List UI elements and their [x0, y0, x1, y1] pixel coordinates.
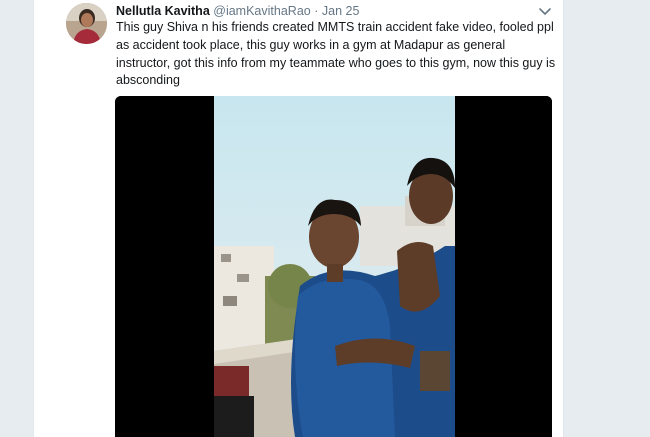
- tweet-video[interactable]: [115, 96, 552, 437]
- display-name[interactable]: Nellutla Kavitha: [116, 4, 210, 18]
- avatar[interactable]: [66, 3, 107, 44]
- tweet-text: This guy Shiva n his friends created MMT…: [116, 20, 556, 88]
- separator-dot: ·: [314, 4, 319, 18]
- video-frame: [115, 96, 552, 437]
- more-options-button[interactable]: [538, 5, 552, 17]
- page-background-right: [564, 0, 650, 437]
- avatar-photo: [66, 3, 107, 44]
- chevron-down-icon: [539, 8, 551, 16]
- user-handle[interactable]: @iamKavithaRao: [213, 4, 310, 18]
- page-background-left: [0, 0, 33, 437]
- tweet-date[interactable]: Jan 25: [322, 4, 360, 18]
